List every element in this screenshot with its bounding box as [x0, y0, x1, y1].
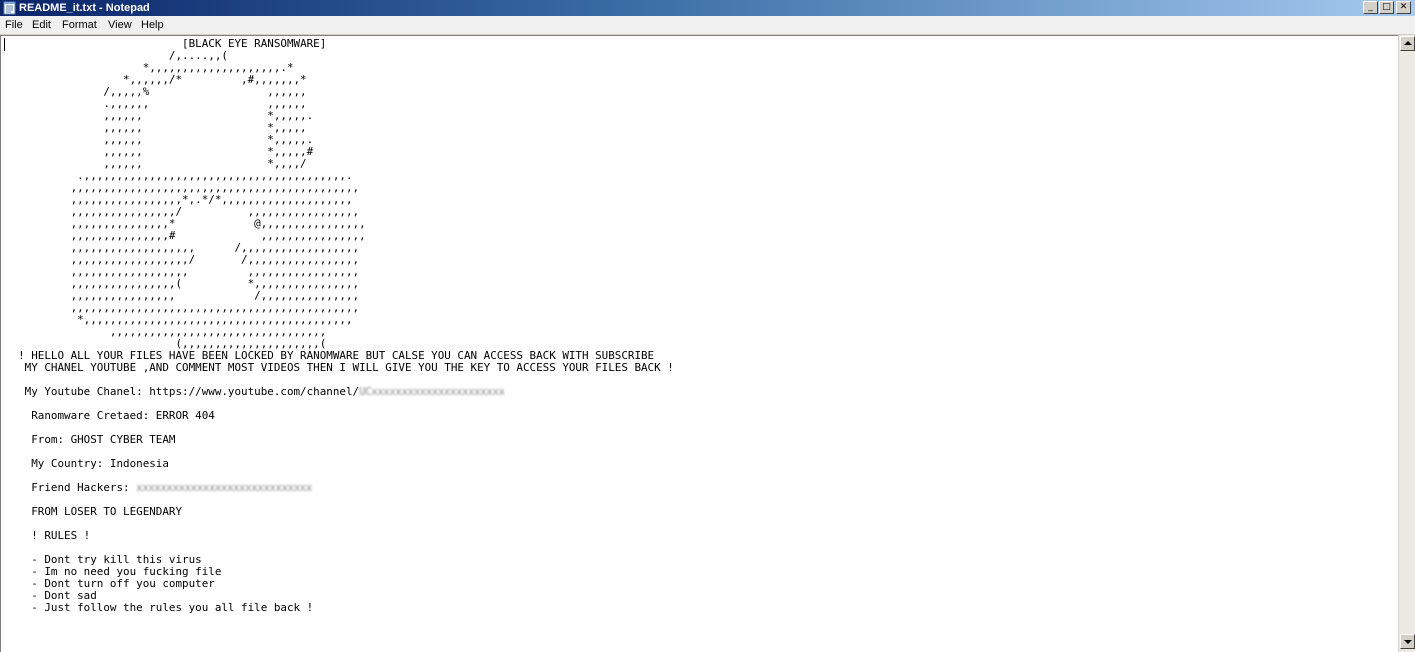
document-text: [BLACK EYE RANSOMWARE] /,....,,( *,,,,,,…: [5, 38, 674, 614]
rules-list: - Dont try kill this virus - Im no need …: [5, 553, 313, 614]
rules-header: ! RULES !: [5, 529, 91, 542]
message-line-2: MY CHANEL YOUTUBE ,AND COMMENT MOST VIDE…: [5, 361, 674, 374]
menu-format[interactable]: Format: [62, 18, 97, 32]
menu-view[interactable]: View: [108, 18, 132, 32]
menu-help[interactable]: Help: [141, 18, 164, 32]
country-line: My Country: Indonesia: [5, 457, 169, 470]
scroll-down-button[interactable]: [1400, 634, 1415, 649]
friends-label: Friend Hackers:: [5, 481, 137, 494]
rule-item: - Just follow the rules you all file bac…: [5, 601, 314, 614]
notepad-icon: [3, 1, 16, 15]
from-line: From: GHOST CYBER TEAM: [5, 433, 176, 446]
motto-line: FROM LOSER TO LEGENDARY: [5, 505, 183, 518]
title-bar[interactable]: README_it.txt - Notepad _ □ ✕: [0, 0, 1415, 16]
text-editor[interactable]: [BLACK EYE RANSOMWARE] /,....,,( *,,,,,,…: [0, 35, 1398, 652]
window-title: README_it.txt - Notepad: [19, 2, 150, 14]
minimize-button[interactable]: _: [1363, 1, 1378, 14]
scroll-up-button[interactable]: [1400, 36, 1415, 51]
youtube-channel-redacted: UCxxxxxxxxxxxxxxxxxxxxxx: [359, 385, 505, 398]
menu-file[interactable]: File: [5, 18, 23, 32]
maximize-button[interactable]: □: [1379, 1, 1394, 14]
menu-bar: File Edit Format View Help: [0, 16, 1415, 35]
menu-edit[interactable]: Edit: [32, 18, 51, 32]
vertical-scrollbar[interactable]: [1398, 35, 1415, 652]
lock-ascii-art: /,....,,( *,,,,,,,,,,,,,,,,,,,,.* *,,,,,…: [5, 49, 366, 350]
chevron-down-icon: [1404, 640, 1412, 644]
friends-redacted: xxxxxxxxxxxxxxxxxxxxxxxxxxxxx: [136, 481, 312, 494]
close-button[interactable]: ✕: [1396, 1, 1411, 14]
creator-line: Ranomware Cretaed: ERROR 404: [5, 409, 215, 422]
youtube-label: My Youtube Chanel: https://www.youtube.c…: [5, 385, 360, 398]
chevron-up-icon: [1404, 41, 1412, 45]
